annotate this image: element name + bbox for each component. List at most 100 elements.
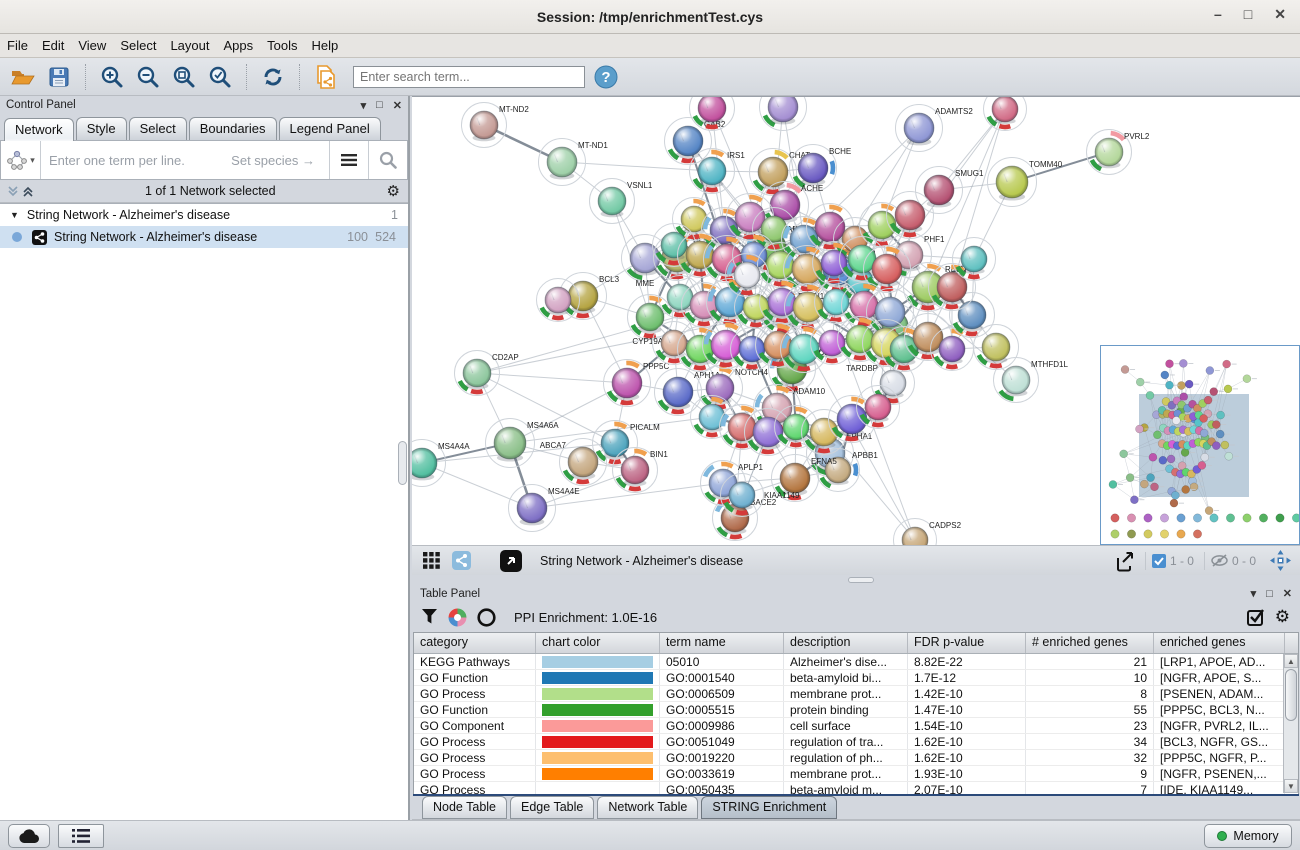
tab-boundaries[interactable]: Boundaries — [189, 117, 277, 140]
birdseye-view-panel[interactable] — [1100, 345, 1300, 545]
table-row[interactable]: KEGG Pathways05010Alzheimer's dise...8.8… — [414, 654, 1298, 670]
menu-apps[interactable]: Apps — [217, 35, 261, 56]
tab-string-enrichment[interactable]: STRING Enrichment — [701, 796, 837, 819]
scrollbar-thumb[interactable] — [1285, 669, 1297, 721]
zoom-selected-button[interactable] — [205, 63, 235, 91]
tab-node-table[interactable]: Node Table — [422, 796, 507, 819]
save-session-button[interactable] — [44, 63, 74, 91]
node-mt-nd1[interactable]: MT-ND1 — [539, 139, 609, 186]
refresh-button[interactable] — [258, 63, 288, 91]
zoom-fit-button[interactable] — [169, 63, 199, 91]
task-history-button[interactable] — [58, 824, 104, 848]
node-smug1[interactable]: SMUG1 — [916, 167, 985, 214]
tree-expand-icon[interactable]: ▼ — [10, 210, 19, 220]
column-header-description[interactable]: description — [784, 633, 908, 653]
node-abca7[interactable]: ABCA7 — [540, 439, 607, 486]
node[interactable] — [690, 97, 735, 131]
search-input[interactable] — [353, 66, 585, 88]
panel-float-icon[interactable]: □ — [1266, 588, 1273, 600]
tab-style[interactable]: Style — [76, 117, 127, 140]
tab-edge-table[interactable]: Edge Table — [510, 796, 594, 819]
string-search-button[interactable] — [369, 141, 407, 179]
collapse-expand-icons[interactable] — [8, 185, 34, 198]
tab-network-table[interactable]: Network Table — [597, 796, 698, 819]
select-all-checkbox-icon[interactable] — [1247, 608, 1265, 626]
network-view-title: String Network - Alzheimer's disease — [540, 554, 1105, 568]
menu-edit[interactable]: Edit — [35, 35, 71, 56]
ring-chart-icon[interactable] — [477, 608, 496, 627]
scroll-down-icon[interactable]: ▼ — [1284, 779, 1298, 793]
maximize-button[interactable]: □ — [1244, 6, 1252, 23]
node-ppp5c[interactable]: PPP5C — [604, 360, 670, 407]
network-collection-row[interactable]: ▼ String Network - Alzheimer's disease 1 — [0, 204, 408, 226]
column-header-category[interactable]: category — [414, 633, 536, 653]
node-tomm40[interactable]: TOMM40 — [988, 158, 1063, 207]
grid-view-button[interactable] — [418, 547, 444, 575]
column-header--enriched-genes[interactable]: # enriched genes — [1026, 633, 1154, 653]
share-view-button[interactable] — [448, 547, 474, 575]
close-button[interactable]: ✕ — [1274, 6, 1286, 23]
node-adamts2[interactable]: ADAMTS2 — [896, 105, 974, 152]
tab-select[interactable]: Select — [129, 117, 187, 140]
table-settings-gear-icon[interactable]: ⚙ — [1275, 607, 1290, 627]
scroll-up-icon[interactable]: ▲ — [1284, 654, 1298, 668]
column-header-enriched-genes[interactable]: enriched genes — [1154, 633, 1285, 653]
save-icon — [49, 67, 69, 87]
string-query-input[interactable]: Enter one term per line. — [41, 153, 231, 168]
horizontal-splitter[interactable] — [412, 575, 1300, 585]
zoom-in-button[interactable] — [97, 63, 127, 91]
column-header-chart-color[interactable]: chart color — [536, 633, 660, 653]
node-cadps2[interactable]: CADPS2 — [894, 519, 962, 546]
node[interactable] — [974, 325, 1019, 370]
column-header-term-name[interactable]: term name — [660, 633, 784, 653]
node-ms4a4e[interactable]: MS4A4E — [509, 485, 580, 532]
network-row-selected[interactable]: String Network - Alzheimer's disease 100… — [0, 226, 408, 248]
help-button[interactable]: ? — [591, 63, 621, 91]
table-row[interactable]: GO ComponentGO:0009986cell surface1.54E-… — [414, 718, 1298, 734]
menu-select[interactable]: Select — [113, 35, 163, 56]
string-options-button[interactable] — [330, 141, 368, 179]
node[interactable] — [953, 238, 996, 281]
column-header-FDR-p-value[interactable]: FDR p-value — [908, 633, 1026, 653]
memory-button[interactable]: Memory — [1204, 824, 1292, 848]
table-row[interactable]: GO ProcessGO:0033619membrane prot...1.93… — [414, 766, 1298, 782]
gear-icon[interactable]: ⚙ — [387, 182, 400, 200]
node-label: ADAMTS2 — [935, 107, 973, 116]
zoom-out-button[interactable] — [133, 63, 163, 91]
menu-tools[interactable]: Tools — [260, 35, 304, 56]
menu-view[interactable]: View — [71, 35, 113, 56]
string-logo-dropdown[interactable]: ▾ — [1, 141, 41, 179]
node-mthfd1l[interactable]: MTHFD1L — [994, 358, 1069, 403]
open-session-button[interactable] — [8, 63, 38, 91]
panel-float-icon[interactable]: □ — [376, 99, 383, 111]
panel-menu-icon[interactable]: ▾ — [1251, 587, 1257, 600]
filter-icon[interactable] — [422, 609, 438, 625]
menu-file[interactable]: File — [0, 35, 35, 56]
table-row[interactable]: GO ProcessGO:0006509membrane prot...1.42… — [414, 686, 1298, 702]
table-row[interactable]: GO ProcessGO:0019220regulation of ph...1… — [414, 750, 1298, 766]
table-row[interactable]: GO FunctionGO:0001540beta-amyloid bi...1… — [414, 670, 1298, 686]
tab-network[interactable]: Network — [4, 118, 74, 141]
node-pvrl2[interactable]: PVRL2 — [1087, 130, 1150, 175]
node[interactable] — [760, 97, 807, 131]
copy-network-button[interactable] — [311, 63, 341, 91]
open-in-window-button[interactable] — [496, 547, 526, 575]
table-row[interactable]: GO ProcessGO:0050435beta-amyloid m...2.0… — [414, 782, 1298, 794]
tab-legend-panel[interactable]: Legend Panel — [279, 117, 381, 140]
panel-splitter-handle[interactable] — [398, 441, 407, 485]
panel-menu-icon[interactable]: ▾ — [361, 99, 367, 112]
table-row[interactable]: GO ProcessGO:0051049regulation of tra...… — [414, 734, 1298, 750]
menu-help[interactable]: Help — [305, 35, 346, 56]
minimize-button[interactable]: – — [1214, 6, 1222, 23]
node[interactable] — [984, 97, 1027, 131]
cloud-tasks-button[interactable] — [8, 824, 50, 848]
table-vertical-scrollbar[interactable]: ▲ ▼ — [1283, 654, 1298, 793]
menu-layout[interactable]: Layout — [163, 35, 216, 56]
navigator-button[interactable] — [1266, 547, 1294, 575]
panel-close-icon[interactable]: ✕ — [393, 99, 402, 112]
set-species-link[interactable]: Set species → — [231, 153, 329, 168]
table-row[interactable]: GO FunctionGO:0005515protein binding1.47… — [414, 702, 1298, 718]
panel-close-icon[interactable]: ✕ — [1283, 587, 1292, 600]
donut-chart-icon[interactable] — [448, 608, 467, 627]
export-network-button[interactable] — [1109, 547, 1141, 575]
